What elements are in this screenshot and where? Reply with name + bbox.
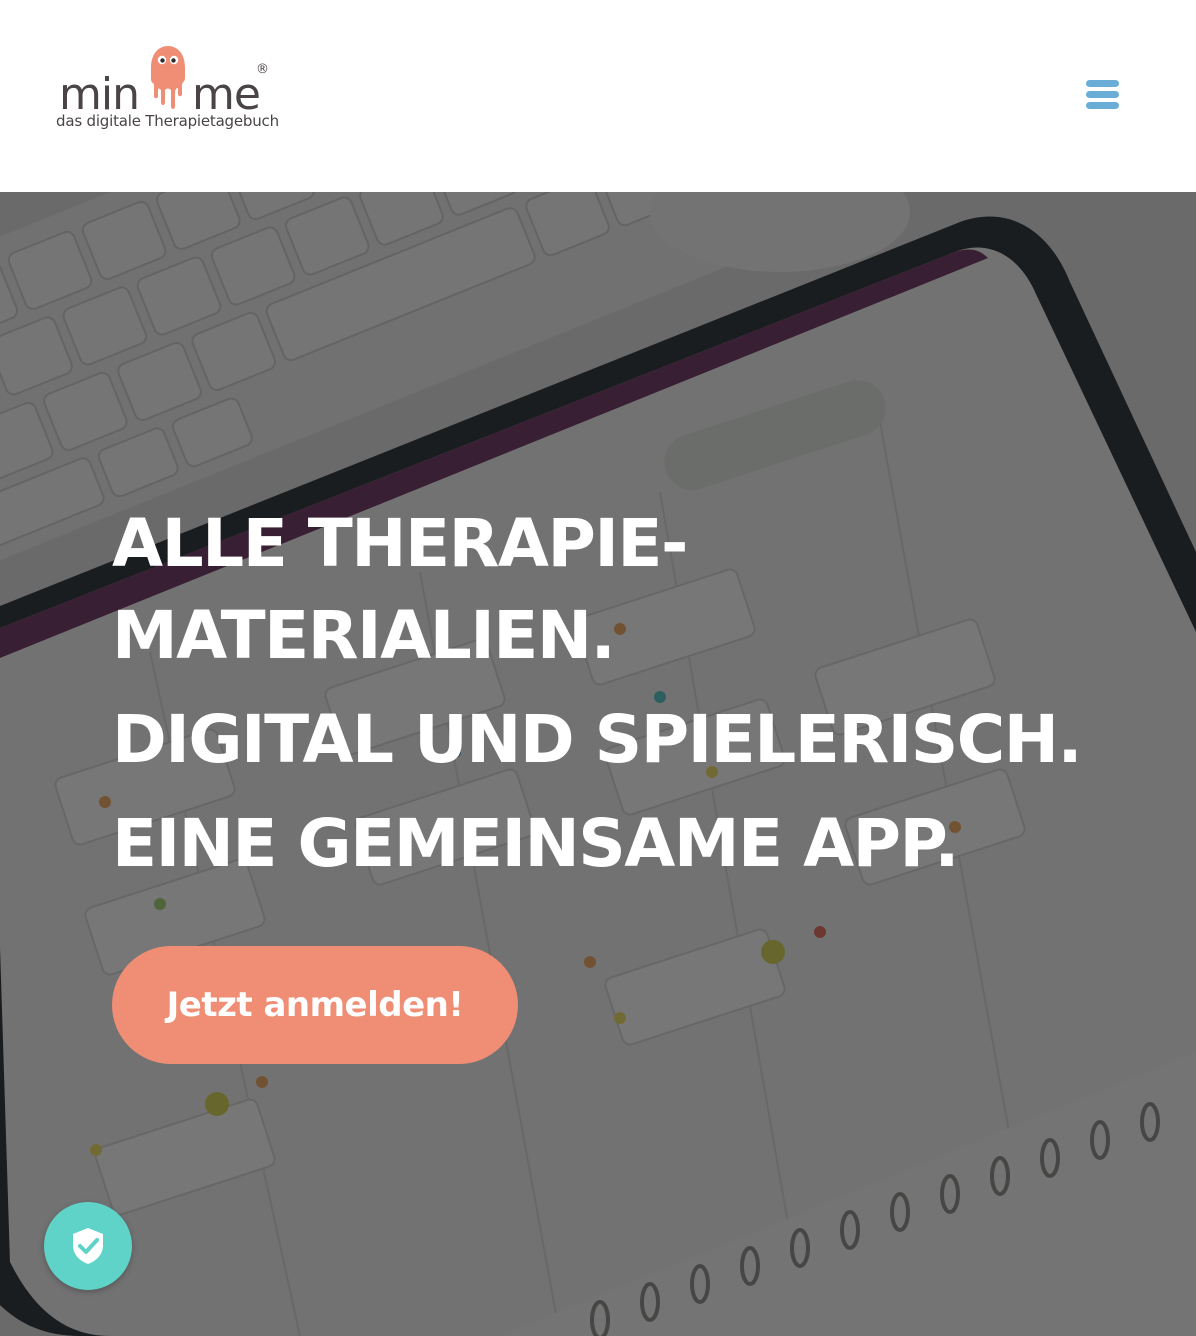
shield-check-icon — [73, 1228, 103, 1264]
logo-tagline: das digitale Therapietagebuch — [56, 112, 279, 130]
menu-bar — [1086, 91, 1119, 98]
privacy-settings-button[interactable] — [44, 1202, 132, 1290]
hero-headline-line-4: EINE GEMEINSAME APP. — [112, 805, 959, 882]
hero-headline-line-1: ALLE THERAPIE- — [112, 505, 688, 582]
hero-headline-line-3: DIGITAL UND SPIELERISCH. — [112, 701, 1083, 778]
brand-logo[interactable]: min me ® das digitale Therapietagebuch — [56, 40, 279, 132]
menu-bar — [1086, 102, 1119, 109]
hero-section: ALLE THERAPIE- MATERIALIEN. DIGITAL UND … — [0, 192, 1196, 1336]
hero-headline-line-2: MATERIALIEN. — [112, 597, 616, 674]
menu-bar — [1086, 80, 1119, 87]
hamburger-menu-icon[interactable] — [1084, 78, 1122, 112]
hero-headline: ALLE THERAPIE- MATERIALIEN. DIGITAL UND … — [112, 498, 1152, 890]
signup-button[interactable]: Jetzt anmelden! — [112, 946, 518, 1064]
registered-mark: ® — [256, 62, 269, 77]
site-header: min me ® das digitale Therapietagebuch — [0, 0, 1196, 192]
logo-monster-icon — [151, 46, 185, 109]
